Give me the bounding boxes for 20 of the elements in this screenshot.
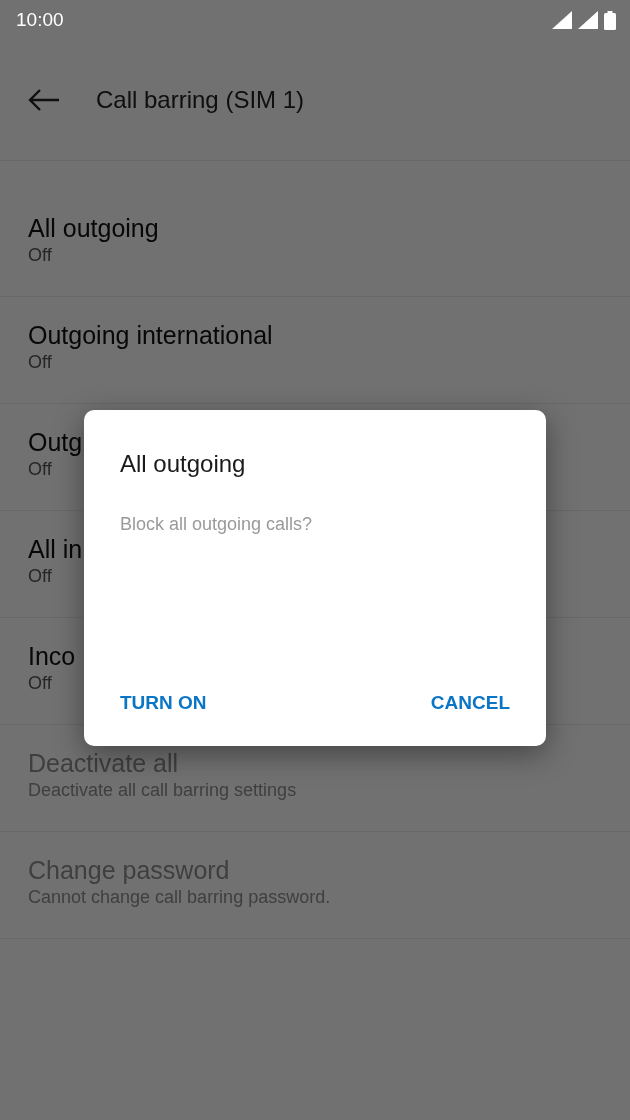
item-summary: Off [28, 245, 52, 266]
item-summary: Off [28, 352, 52, 373]
back-arrow-icon[interactable] [28, 89, 60, 111]
signal-icon [578, 11, 598, 29]
battery-icon [604, 10, 616, 30]
item-summary: Off [28, 566, 52, 587]
item-title[interactable]: Outg [28, 428, 83, 457]
item-summary: Off [28, 673, 52, 694]
item-title[interactable]: All in [28, 535, 83, 564]
toolbar-title: Call barring (SIM 1) [96, 86, 305, 114]
item-title[interactable]: All outgoing [28, 214, 159, 243]
signal-icon [552, 11, 572, 29]
item-summary: Off [28, 459, 52, 480]
dialog-button[interactable]: CANCEL [430, 688, 510, 718]
status-time: 10:00 [16, 9, 64, 31]
dialog-button[interactable]: TURN ON [120, 688, 207, 718]
item-title[interactable]: Inco [28, 642, 76, 671]
dialog-title: All outgoing [120, 450, 247, 478]
item-title[interactable]: Outgoing international [28, 321, 273, 350]
dialog-message: Block all outgoing calls? [120, 514, 314, 535]
